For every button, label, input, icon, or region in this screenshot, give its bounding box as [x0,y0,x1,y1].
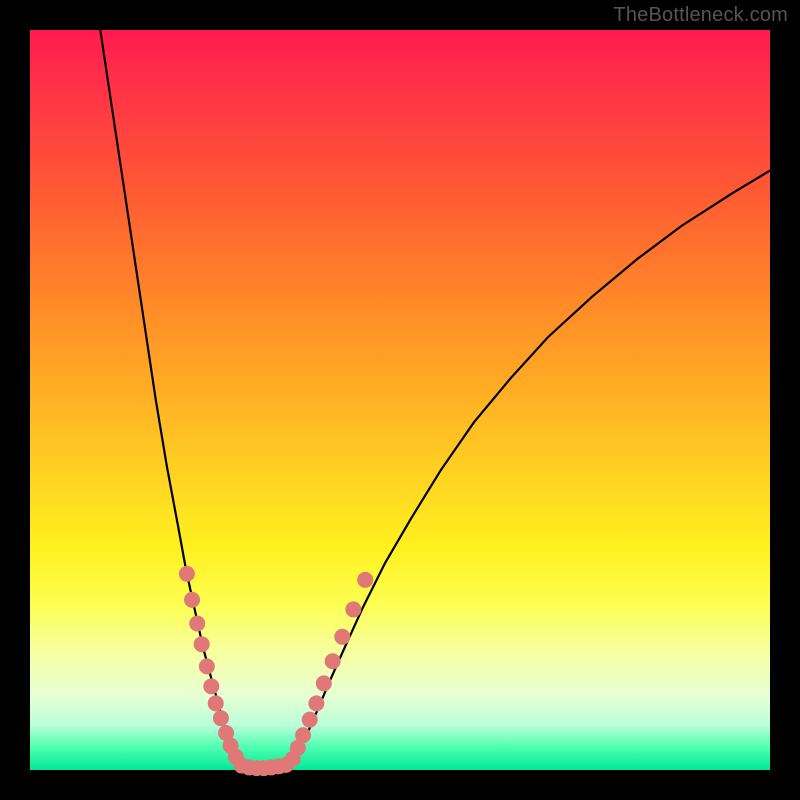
data-point [184,592,200,608]
curve-group [100,30,770,769]
data-point [203,678,219,694]
data-point [208,695,224,711]
data-point [345,601,361,617]
curve-left-branch [100,30,241,766]
data-point [325,653,341,669]
plot-area [30,30,770,770]
data-point [194,636,210,652]
data-point [189,615,205,631]
data-point [334,629,350,645]
data-point [213,710,229,726]
data-point [179,566,195,582]
curve-svg [30,30,770,770]
data-point [302,712,318,728]
data-point [199,658,215,674]
data-point [308,695,324,711]
chart-frame: TheBottleneck.com [0,0,800,800]
data-point [316,675,332,691]
data-point [295,727,311,743]
data-point [357,572,373,588]
curve-right-branch [285,171,770,767]
marker-group [179,566,373,776]
watermark-text: TheBottleneck.com [613,4,788,27]
